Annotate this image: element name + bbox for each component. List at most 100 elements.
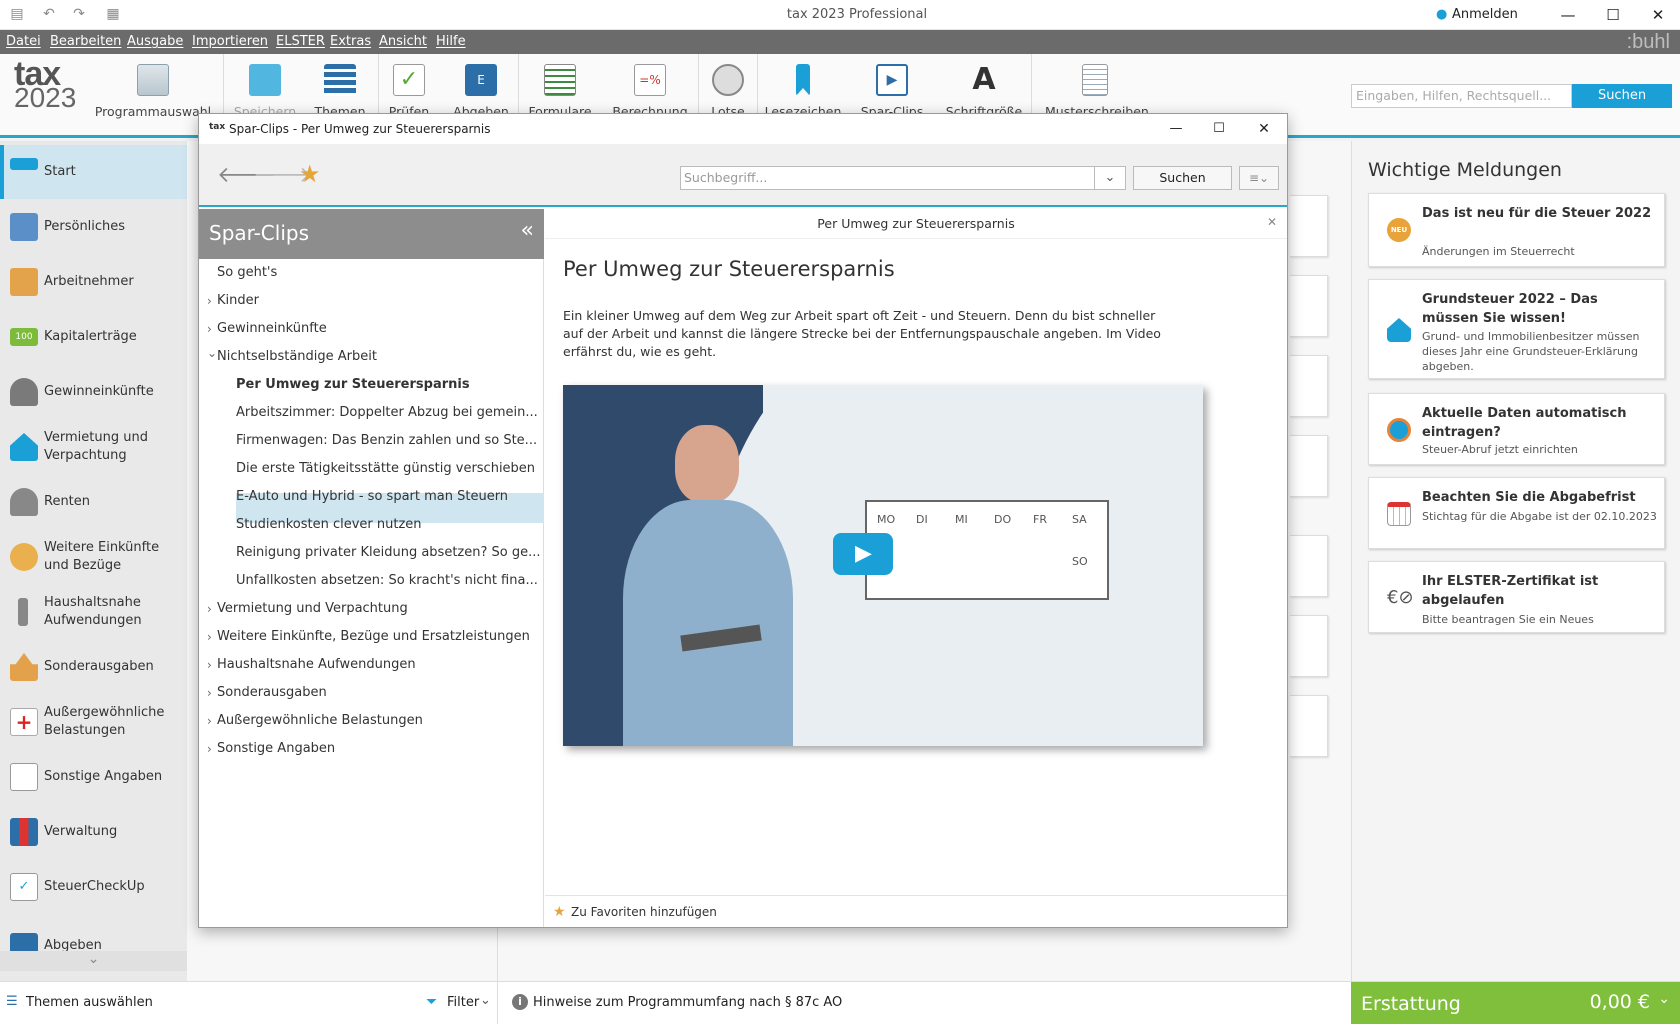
tree-collapsed-icon[interactable]: › (207, 714, 212, 728)
tree-collapsed-icon[interactable]: › (207, 322, 212, 336)
menu-extras[interactable]: Extras (330, 34, 371, 49)
menu-datei[interactable]: Datei (6, 34, 41, 49)
tree-clip-item[interactable]: Studienkosten clever nutzen (236, 517, 422, 532)
ribbon-berechnung[interactable]: =% Berechnung (612, 54, 688, 119)
ribbon-spar-clips[interactable]: ▶ Spar-Clips (861, 54, 923, 119)
sidebar-item-renten[interactable]: Renten (0, 475, 187, 529)
tree-collapsed-icon[interactable]: › (207, 630, 212, 644)
ribbon-formulare[interactable]: Formulare (528, 54, 592, 119)
menu-ansicht[interactable]: Ansicht (379, 34, 427, 49)
tree-clip-item[interactable]: Arbeitszimmer: Doppelter Abzug bei gemei… (236, 405, 538, 420)
refund-box[interactable]: Erstattung 0,00 € ⌄ (1351, 982, 1680, 1024)
menu-ausgabe[interactable]: Ausgabe (127, 34, 183, 49)
id-card-icon (10, 213, 38, 241)
collapse-panel-icon[interactable]: « (521, 218, 534, 243)
options-menu-button[interactable]: ≡⌄ (1239, 166, 1279, 190)
sidebar-item-start[interactable]: Start (0, 145, 187, 199)
tree-clip-item[interactable]: Reinigung privater Kleidung absetzen? So… (236, 545, 541, 560)
tree-clip-item[interactable]: Per Umweg zur Steuerersparnis (236, 377, 470, 392)
add-favorites-link[interactable]: Zu Favoriten hinzufügen (571, 905, 717, 919)
tree-collapsed-icon[interactable]: › (207, 658, 212, 672)
dialog-minimize-icon[interactable]: — (1161, 118, 1191, 140)
weekday-label: MI (955, 513, 968, 526)
sidebar-item-weitere-einkuenfte[interactable]: Weitere Einkünfte und Bezüge (0, 530, 187, 584)
ribbon-schriftgroesse[interactable]: A Schriftgröße (946, 54, 1022, 120)
ribbon-pruefen[interactable]: ✓ Prüfen (379, 54, 439, 119)
sidebar-item-vermietung[interactable]: Vermietung und Verpachtung (0, 420, 187, 474)
sidebar-item-sonstige[interactable]: Sonstige Angaben (0, 750, 187, 804)
menu-importieren[interactable]: Importieren (192, 34, 268, 49)
ribbon-speichern[interactable]: Speichern (234, 54, 296, 119)
ribbon-search-input[interactable]: Eingaben, Hilfen, Rechtsquell... (1351, 84, 1572, 108)
ribbon-lotse[interactable]: Lotse (698, 54, 758, 119)
filter-button[interactable]: Filter (447, 995, 479, 1010)
content-heading: Per Umweg zur Steuerersparnis (563, 257, 895, 281)
video-player[interactable]: MO DI MI DO FR SA SO ▶ (563, 385, 1203, 746)
ribbon-lesezeichen[interactable]: Lesezeichen (765, 54, 841, 119)
chevron-down-icon: ⌄ (1104, 170, 1116, 185)
ribbon-search-button[interactable]: Suchen (1572, 84, 1672, 108)
ribbon-abgeben[interactable]: E Abgeben (451, 54, 511, 119)
dialog-title: Spar-Clips - Per Umweg zur Steuerersparn… (229, 122, 491, 136)
sidebar-item-sonderausgaben[interactable]: Sonderausgaben (0, 640, 187, 694)
favorite-star-icon[interactable]: ★ (299, 160, 321, 188)
ribbon-programmauswahl[interactable]: Programmauswahl (95, 54, 211, 119)
dialog-close-icon[interactable]: ✕ (1249, 118, 1279, 140)
tree-clip-item[interactable]: E-Auto und Hybrid - so spart man Steuern (236, 489, 508, 504)
tree-category-item[interactable]: So geht's (217, 265, 277, 280)
tree-collapsed-icon[interactable]: › (207, 686, 212, 700)
tree-category-item[interactable]: Sonstige Angaben (217, 741, 335, 756)
tree-category-item[interactable]: Gewinneinkünfte (217, 321, 327, 336)
tree-category-item[interactable]: Haushaltsnahe Aufwendungen (217, 657, 416, 672)
messages-title: Wichtige Meldungen (1368, 159, 1562, 181)
chevron-down-icon: ⌄ (1658, 991, 1670, 1007)
message-card-abgabefrist[interactable]: Beachten Sie die Abgabefrist Stichtag fü… (1368, 477, 1665, 549)
menu-bearbeiten[interactable]: Bearbeiten (50, 34, 121, 49)
message-card-elster[interactable]: €⊘ Ihr ELSTER-Zertifikat ist abgelaufen … (1368, 561, 1665, 633)
tree-clip-item[interactable]: Firmenwagen: Das Benzin zahlen und so St… (236, 433, 537, 448)
sidebar-scroll-down-icon[interactable]: ⌄ (0, 951, 187, 971)
message-card-daten[interactable]: Aktuelle Daten automatisch eintragen? St… (1368, 393, 1665, 465)
content-close-icon[interactable]: ✕ (1267, 215, 1277, 229)
menu-hilfe[interactable]: Hilfe (436, 34, 466, 49)
sidebar-item-kapitalertraege[interactable]: 100 Kapitalerträge (0, 310, 187, 364)
menu-elster[interactable]: ELSTER (276, 34, 325, 49)
tree-category-item[interactable]: Vermietung und Verpachtung (217, 601, 408, 616)
login-button[interactable]: Anmelden (1452, 7, 1518, 22)
tree-category-item[interactable]: Kinder (217, 293, 259, 308)
tree-collapsed-icon[interactable]: › (207, 294, 212, 308)
ribbon-musterschreiben[interactable]: Musterschreiben (1045, 54, 1149, 119)
tree-clip-item[interactable]: Die erste Tätigkeitsstätte günstig versc… (236, 461, 535, 476)
play-button[interactable]: ▶ (833, 533, 893, 575)
program-scope-hint[interactable]: Hinweise zum Programmumfang nach § 87c A… (533, 995, 842, 1010)
sidebar-item-haushaltsnahe[interactable]: Haushaltsnahe Aufwendungen (0, 585, 187, 639)
tree-category-item[interactable]: Nichtselbständige Arbeit (217, 349, 377, 364)
search-history-dropdown[interactable]: ⌄ (1095, 166, 1126, 190)
tree-collapsed-icon[interactable]: › (207, 602, 212, 616)
tree-category-item[interactable]: Sonderausgaben (217, 685, 327, 700)
tree-clip-item[interactable]: Unfallkosten absetzen: So kracht's nicht… (236, 573, 538, 588)
sidebar-item-gewinneinkuenfte[interactable]: Gewinneinkünfte (0, 365, 187, 419)
close-icon[interactable]: ✕ (1643, 4, 1673, 26)
sidebar-item-verwaltung[interactable]: Verwaltung (0, 805, 187, 859)
sidebar-item-abgeben[interactable]: Abgeben (0, 915, 187, 951)
tree-category-item[interactable]: Außergewöhnliche Belastungen (217, 713, 423, 728)
dialog-maximize-icon[interactable]: ☐ (1204, 118, 1234, 140)
minimize-icon[interactable]: — (1553, 4, 1583, 26)
tree-category-item[interactable]: Weitere Einkünfte, Bezüge und Ersatzleis… (217, 629, 530, 644)
themes-select-button[interactable]: Themen auswählen (26, 995, 153, 1010)
message-card-neu[interactable]: NEU Das ist neu für die Steuer 2022 Ände… (1368, 193, 1665, 267)
tree-collapsed-icon[interactable]: › (207, 742, 212, 756)
clip-tree: Spar-Clips « So geht's › Kinder › Gewinneink… (199, 209, 544, 927)
clip-search-button[interactable]: Suchen (1133, 166, 1232, 190)
clip-search-input[interactable]: Suchbegriff... (680, 166, 1095, 190)
message-card-grundsteuer[interactable]: Grundsteuer 2022 – Das müssen Sie wissen… (1368, 279, 1665, 379)
submit-icon: E (465, 64, 497, 96)
sidebar-item-arbeitnehmer[interactable]: Arbeitnehmer (0, 255, 187, 309)
sidebar-item-steuercheckup[interactable]: ✓ SteuerCheckUp (0, 860, 187, 914)
tree-expanded-icon[interactable]: ⌄ (207, 346, 217, 360)
maximize-icon[interactable]: ☐ (1598, 4, 1628, 26)
sidebar-item-aussergewoehnliche[interactable]: + Außergewöhnliche Belastungen (0, 695, 187, 749)
sidebar-item-persoenliches[interactable]: Persönliches (0, 200, 187, 254)
filter-chevron-icon[interactable]: ⌄ (480, 993, 491, 1008)
